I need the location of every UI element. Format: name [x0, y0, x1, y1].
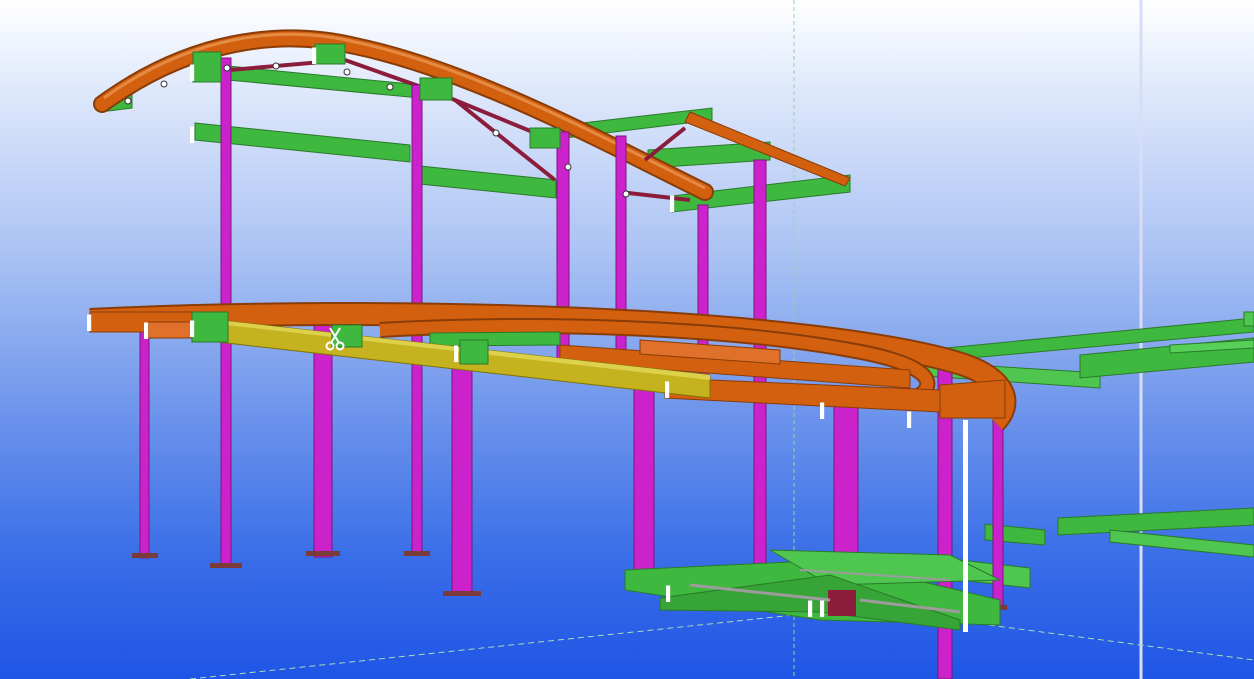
profile-marker-9: I [188, 62, 196, 87]
column-7 [139, 317, 150, 559]
profile-marker-10: I [310, 45, 318, 70]
column-8 [313, 319, 333, 558]
profile-marker-13: I [818, 598, 826, 623]
profile-marker-12: I [806, 598, 814, 623]
roof-curved-rafter[interactable] [93, 29, 714, 201]
work-plane-outline-left [189, 607, 861, 679]
profile-marker-1: I [85, 312, 93, 337]
profile-marker-11: I [664, 583, 672, 608]
profile-marker-5: I [663, 379, 671, 404]
profile-marker-4: I [452, 343, 460, 368]
column-10 [633, 379, 655, 571]
model-scene[interactable]: I I I I I I I I I I I I I I [0, 0, 1254, 679]
profile-marker-6: I [818, 400, 826, 425]
column-9 [451, 349, 473, 596]
profile-marker-7: I [905, 409, 913, 434]
profile-marker-3: I [188, 318, 196, 343]
hanger-rod[interactable] [963, 420, 968, 632]
profile-marker-8: I [188, 124, 196, 149]
model-viewport[interactable]: I I I I I I I I I I I I I I [0, 0, 1254, 679]
profile-marker-2: I [142, 320, 150, 345]
floor-inner-green[interactable] [429, 331, 561, 347]
profile-marker-14: I [668, 193, 676, 218]
